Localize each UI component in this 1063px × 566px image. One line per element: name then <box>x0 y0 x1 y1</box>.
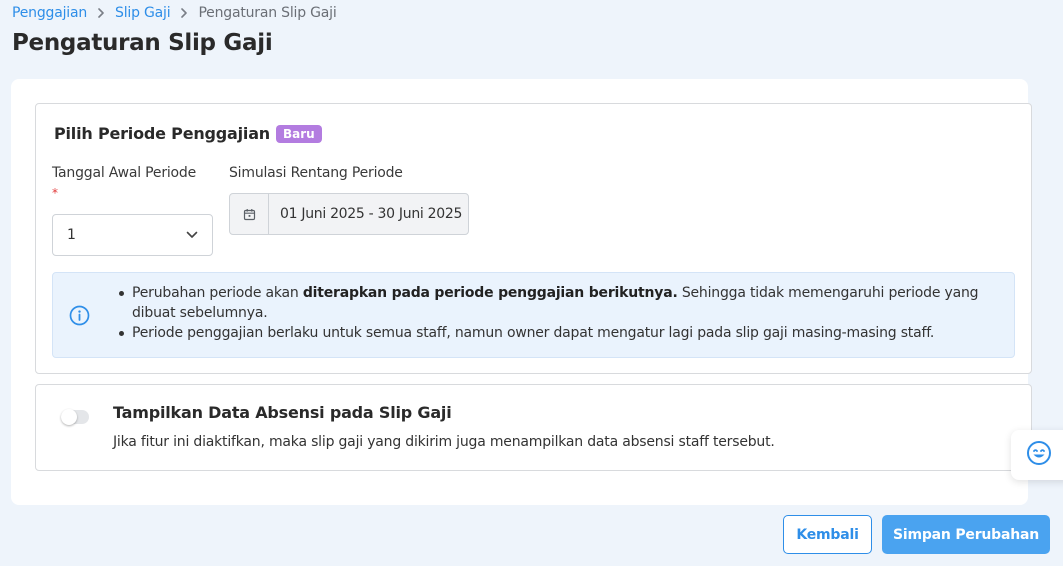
absensi-section: Tampilkan Data Absensi pada Slip Gaji Ji… <box>35 384 1032 471</box>
period-range-field: 01 Juni 2025 - 30 Juni 2025 <box>229 193 469 235</box>
settings-card: Pilih Periode Penggajian Baru Tanggal Aw… <box>11 79 1032 505</box>
period-section: Pilih Periode Penggajian Baru Tanggal Aw… <box>35 103 1032 374</box>
start-date-value: 1 <box>67 227 76 243</box>
chevron-down-icon <box>186 227 198 243</box>
period-section-title: Pilih Periode Penggajian <box>54 124 270 143</box>
new-badge: Baru <box>276 124 322 143</box>
chevron-right-icon <box>97 8 105 18</box>
start-date-label: Tanggal Awal Periode <box>52 165 197 181</box>
info-box: Perubahan periode akan diterapkan pada p… <box>52 272 1015 358</box>
smiley-icon <box>1026 440 1052 470</box>
breadcrumb: Penggajian Slip Gaji Pengaturan Slip Gaj… <box>12 5 337 21</box>
info-item: Periode penggajian berlaku untuk semua s… <box>119 323 1002 343</box>
required-mark: * <box>52 186 58 200</box>
absensi-description: Jika fitur ini diaktifkan, maka slip gaj… <box>113 434 775 450</box>
info-item: Perubahan periode akan diterapkan pada p… <box>119 283 1002 323</box>
absensi-title: Tampilkan Data Absensi pada Slip Gaji <box>113 403 452 422</box>
range-label: Simulasi Rentang Periode <box>229 165 403 181</box>
info-icon <box>69 305 90 330</box>
toggle-knob <box>61 409 77 425</box>
start-date-select[interactable]: 1 <box>52 214 213 256</box>
back-button[interactable]: Kembali <box>783 515 872 554</box>
breadcrumb-link-penggajian[interactable]: Penggajian <box>12 5 87 21</box>
page-title: Pengaturan Slip Gaji <box>12 30 273 56</box>
info-list: Perubahan periode akan diterapkan pada p… <box>119 283 1002 343</box>
period-section-header: Pilih Periode Penggajian Baru <box>54 124 322 143</box>
absensi-toggle[interactable] <box>61 409 89 425</box>
save-button[interactable]: Simpan Perubahan <box>882 515 1050 554</box>
chevron-right-icon <box>180 8 188 18</box>
calendar-icon <box>230 194 269 234</box>
breadcrumb-current: Pengaturan Slip Gaji <box>198 5 337 21</box>
breadcrumb-link-slip-gaji[interactable]: Slip Gaji <box>115 5 171 21</box>
feedback-button[interactable] <box>1011 430 1063 480</box>
period-range-value: 01 Juni 2025 - 30 Juni 2025 <box>280 206 463 222</box>
